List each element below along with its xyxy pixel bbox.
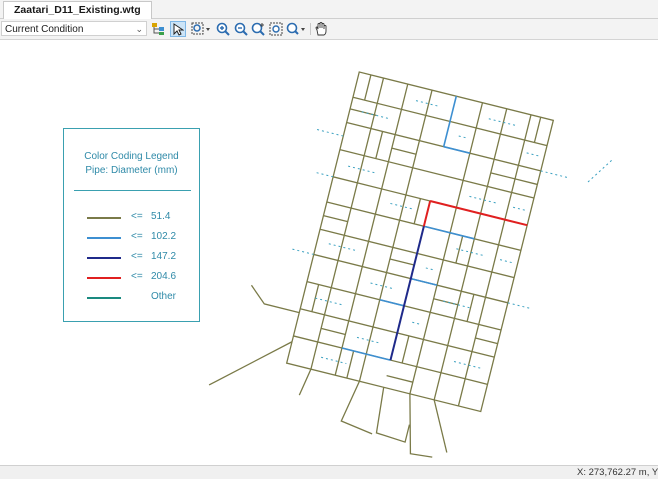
zoom-in-icon[interactable] [215, 21, 231, 37]
zoom-extents-icon[interactable] [190, 21, 212, 37]
select-pointer-icon[interactable] [170, 21, 186, 37]
legend-row: <= 204.6 [64, 271, 201, 285]
zoom-realtime-icon[interactable] [250, 21, 266, 37]
color-coding-legend: Color Coding Legend Pipe: Diameter (mm) … [63, 128, 200, 322]
drawing-canvas[interactable]: Color Coding Legend Pipe: Diameter (mm) … [0, 40, 658, 465]
toolbar-separator [310, 23, 311, 35]
legend-value: Other [151, 291, 177, 302]
legend-value: 204.6 [151, 271, 177, 282]
cursor-coordinate-readout: X: 273,762.27 m, Y [577, 467, 658, 478]
legend-swatch [87, 237, 121, 239]
scenario-value: Current Condition [5, 24, 84, 35]
legend-title: Color Coding Legend [84, 151, 179, 162]
legend-row: <= 51.4 [64, 211, 201, 225]
drawing-toolbar: Current Condition ⌄ [0, 19, 658, 40]
document-tab-bar: Zaatari_D11_Existing.wtg [0, 0, 658, 19]
document-tab[interactable]: Zaatari_D11_Existing.wtg [3, 1, 152, 19]
zoom-previous-icon[interactable] [285, 21, 307, 37]
legend-value: 102.2 [151, 231, 177, 242]
legend-operator: <= [131, 211, 143, 222]
legend-operator: <= [131, 231, 143, 242]
lateral-dots [587, 159, 613, 183]
legend-operator: <= [131, 251, 143, 262]
legend-row: <= 147.2 [64, 251, 201, 265]
legend-value: 51.4 [151, 211, 171, 222]
legend-swatch [87, 297, 121, 299]
legend-row: <= 102.2 [64, 231, 201, 245]
legend-subtitle: Pipe: Diameter (mm) [85, 165, 178, 176]
pipes-204mm [422, 200, 528, 227]
legend-divider [74, 190, 191, 191]
legend-value: 147.2 [151, 251, 177, 262]
network-tree-icon[interactable] [150, 21, 166, 37]
legend-swatch [87, 217, 121, 219]
status-bar: X: 273,762.27 m, Y [0, 465, 658, 479]
legend-swatch [87, 257, 121, 259]
legend-operator: <= [131, 271, 143, 282]
zoom-out-icon[interactable] [233, 21, 249, 37]
legend-swatch [87, 277, 121, 279]
scenario-dropdown[interactable]: Current Condition ⌄ [1, 21, 147, 36]
chevron-down-icon[interactable]: ⌄ [135, 22, 143, 37]
zoom-window-icon[interactable] [268, 21, 284, 37]
legend-row: Other [64, 291, 201, 305]
pipes-147mm [389, 225, 425, 361]
pan-hand-icon[interactable] [313, 21, 329, 37]
